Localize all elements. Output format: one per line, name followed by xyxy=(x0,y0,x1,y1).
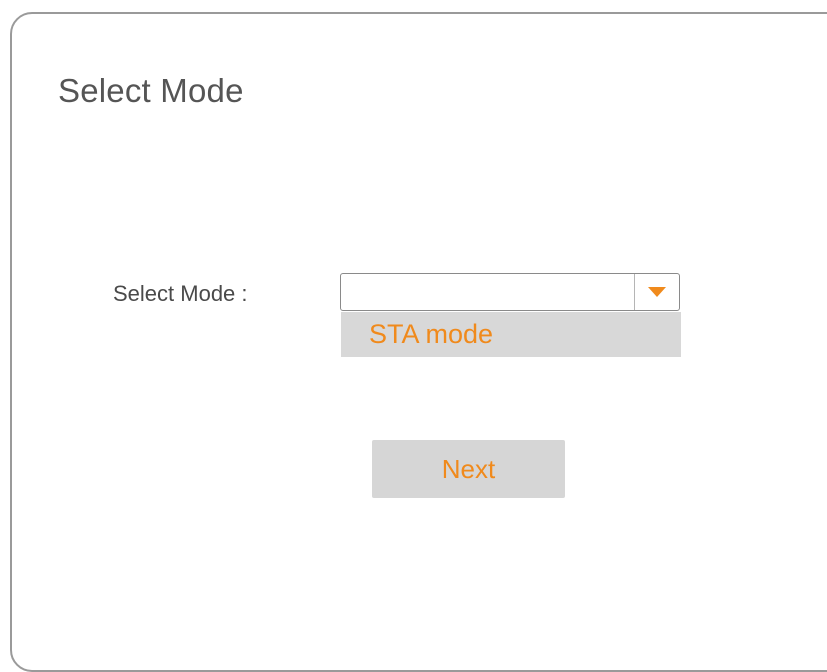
chevron-down-icon xyxy=(648,287,666,297)
dropdown-option-sta-mode[interactable]: STA mode xyxy=(341,312,681,357)
select-mode-label: Select Mode : xyxy=(113,281,248,306)
next-button[interactable]: Next xyxy=(372,440,565,498)
page-title: Select Mode xyxy=(58,72,244,109)
dropdown-toggle[interactable] xyxy=(634,274,679,310)
mode-select[interactable] xyxy=(340,273,680,311)
